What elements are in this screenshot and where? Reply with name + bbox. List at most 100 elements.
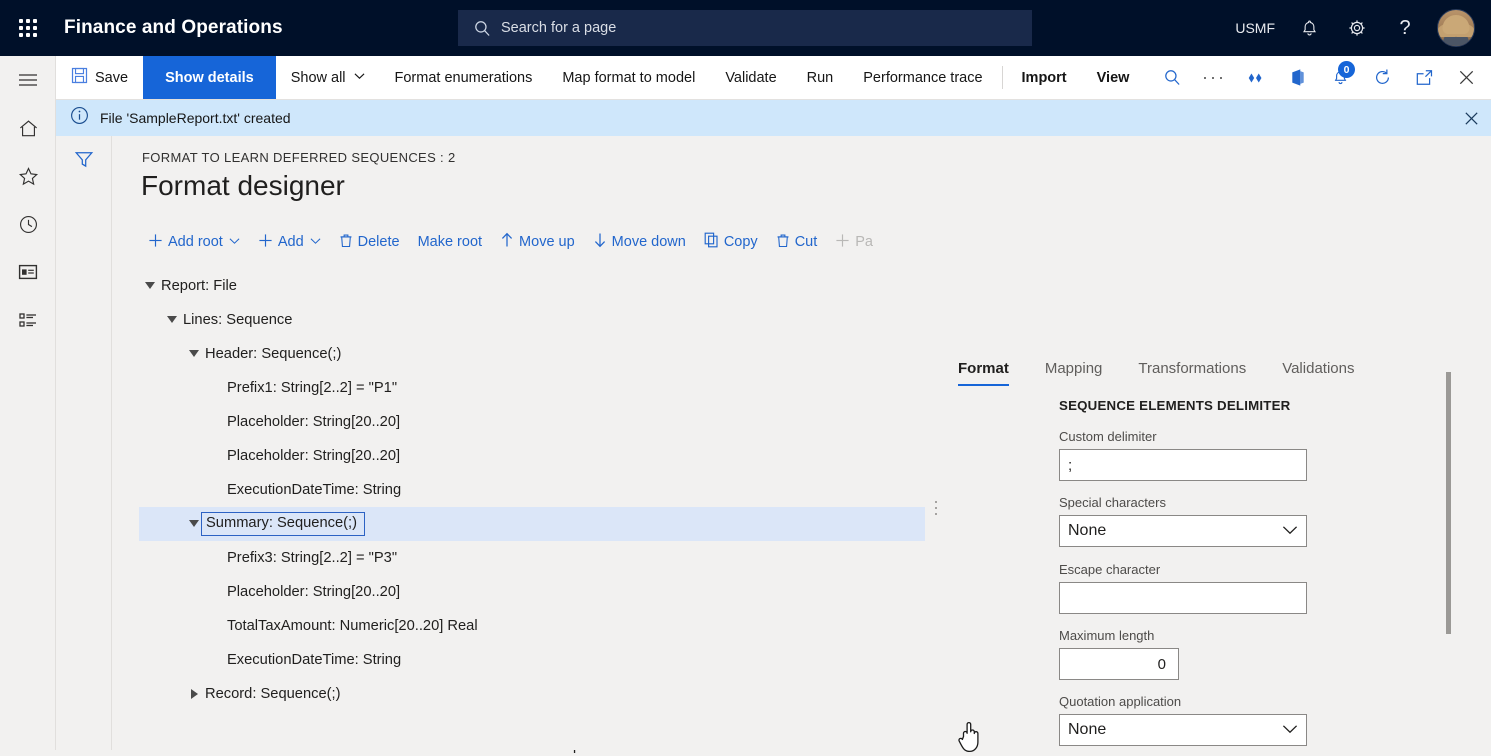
filter-icon bbox=[74, 150, 94, 169]
plus-icon bbox=[148, 233, 163, 252]
sidebar-item-modules[interactable] bbox=[0, 296, 56, 344]
tree-node[interactable]: ExecutionDateTime: String bbox=[139, 643, 925, 677]
popout-icon bbox=[1415, 69, 1434, 86]
global-search-box[interactable]: Search for a page bbox=[458, 10, 1032, 46]
toolbar-divider bbox=[1002, 66, 1003, 89]
app-launcher-button[interactable] bbox=[0, 0, 56, 56]
sidebar-item-home[interactable] bbox=[0, 104, 56, 152]
performance-trace-button[interactable]: Performance trace bbox=[848, 56, 997, 99]
sidebar-item-recent[interactable] bbox=[0, 200, 56, 248]
tab-validations[interactable]: Validations bbox=[1264, 360, 1372, 386]
properties-tab-list: FormatMappingTransformationsValidations bbox=[945, 360, 1372, 386]
trash-icon bbox=[776, 233, 790, 252]
quotation-application-dropdown[interactable]: None bbox=[1059, 714, 1307, 746]
search-button[interactable] bbox=[1151, 56, 1193, 99]
bottom-clipped-row: Map of TITLE : Enum bbox=[0, 750, 1491, 756]
notifications-button[interactable] bbox=[1285, 0, 1333, 56]
delete-button[interactable]: Delete bbox=[330, 227, 409, 257]
tree-node-label: Placeholder: String[20..20] bbox=[227, 584, 400, 600]
run-button[interactable]: Run bbox=[792, 56, 849, 99]
move-up-button[interactable]: Move up bbox=[491, 227, 584, 257]
sidebar-item-workspaces[interactable] bbox=[0, 248, 56, 296]
quotation-application-label: Quotation application bbox=[1059, 694, 1307, 709]
tree-node-spacer bbox=[205, 609, 227, 643]
import-tab-button[interactable]: Import bbox=[1007, 56, 1082, 99]
field-maximum-length: Maximum length bbox=[1059, 628, 1179, 680]
move-down-button[interactable]: Move down bbox=[584, 227, 695, 257]
trash-icon bbox=[339, 233, 353, 252]
properties-section-title: SEQUENCE ELEMENTS DELIMITER bbox=[1059, 398, 1290, 413]
close-page-button[interactable] bbox=[1445, 56, 1487, 99]
panel-splitter-handle[interactable] bbox=[931, 491, 941, 525]
notifications-count-button[interactable]: 0 bbox=[1319, 56, 1361, 99]
add-button[interactable]: Add bbox=[249, 227, 330, 257]
tree-node[interactable]: TotalTaxAmount: Numeric[20..20] Real bbox=[139, 609, 925, 643]
custom-delimiter-input[interactable] bbox=[1059, 449, 1307, 481]
add-root-button[interactable]: Add root bbox=[139, 227, 249, 257]
tree-node-spacer bbox=[205, 473, 227, 507]
chevron-down-icon bbox=[229, 237, 240, 248]
format-element-tree: Report: FileLines: SequenceHeader: Seque… bbox=[139, 269, 925, 739]
tree-node[interactable]: Header: Sequence(;) bbox=[139, 337, 925, 371]
tree-expand-collapse-chevron-down-icon[interactable] bbox=[139, 269, 161, 303]
help-button[interactable]: ? bbox=[1381, 0, 1429, 56]
attachments-button[interactable] bbox=[1235, 56, 1277, 99]
vertical-scrollbar-thumb[interactable] bbox=[1446, 372, 1451, 634]
tree-node[interactable]: Report: File bbox=[139, 269, 925, 303]
map-format-to-model-button[interactable]: Map format to model bbox=[547, 56, 710, 99]
breadcrumb: FORMAT TO LEARN DEFERRED SEQUENCES : 2 bbox=[142, 150, 456, 165]
chevron-down-icon bbox=[1282, 721, 1298, 739]
tree-node[interactable]: ExecutionDateTime: String bbox=[139, 473, 925, 507]
tree-node[interactable]: Prefix1: String[2..2] = "P1" bbox=[139, 371, 925, 405]
more-options-button[interactable]: ··· bbox=[1193, 56, 1235, 99]
maximum-length-input[interactable] bbox=[1059, 648, 1179, 680]
tree-node-spacer bbox=[205, 439, 227, 473]
tab-format[interactable]: Format bbox=[945, 360, 1027, 386]
tree-node[interactable]: Placeholder: String[20..20] bbox=[139, 405, 925, 439]
tree-node-spacer bbox=[205, 575, 227, 609]
delete-label: Delete bbox=[358, 234, 400, 250]
home-icon bbox=[18, 118, 39, 139]
company-selector[interactable]: USMF bbox=[1225, 0, 1285, 56]
field-special-characters: Special characters None bbox=[1059, 495, 1307, 547]
show-all-label: Show all bbox=[291, 70, 346, 86]
format-enumerations-button[interactable]: Format enumerations bbox=[380, 56, 548, 99]
settings-button[interactable] bbox=[1333, 0, 1381, 56]
tab-mapping[interactable]: Mapping bbox=[1027, 360, 1121, 386]
escape-character-input[interactable] bbox=[1059, 582, 1307, 614]
tree-node[interactable]: Record: Sequence(;) bbox=[139, 677, 925, 711]
sidebar-item-favorites[interactable] bbox=[0, 152, 56, 200]
show-all-button[interactable]: Show all bbox=[276, 56, 380, 99]
open-in-new-window-button[interactable] bbox=[1403, 56, 1445, 99]
page-title: Format designer bbox=[141, 170, 345, 202]
copy-button[interactable]: Copy bbox=[695, 227, 767, 257]
save-button[interactable]: Save bbox=[56, 56, 143, 99]
validate-button[interactable]: Validate bbox=[710, 56, 791, 99]
tab-transformations[interactable]: Transformations bbox=[1120, 360, 1264, 386]
tree-expand-collapse-chevron-down-icon[interactable] bbox=[161, 303, 183, 337]
tree-node[interactable]: Summary: Sequence(;) bbox=[139, 507, 925, 541]
filter-button[interactable] bbox=[56, 136, 112, 182]
tree-expand-collapse-chevron-right-icon[interactable] bbox=[183, 677, 205, 711]
view-tab-button[interactable]: View bbox=[1082, 56, 1145, 99]
special-characters-dropdown[interactable]: None bbox=[1059, 515, 1307, 547]
tree-node[interactable]: Placeholder: String[20..20] bbox=[139, 575, 925, 609]
make-root-button[interactable]: Make root bbox=[409, 227, 491, 257]
message-bar: File 'SampleReport.txt' created bbox=[56, 100, 1491, 136]
tree-node-label: Prefix1: String[2..2] = "P1" bbox=[227, 380, 397, 396]
tree-node[interactable]: Lines: Sequence bbox=[139, 303, 925, 337]
tree-toolbar: Add root Add Delete Make ro bbox=[139, 225, 939, 259]
refresh-button[interactable] bbox=[1361, 56, 1403, 99]
message-bar-close-button[interactable] bbox=[1451, 100, 1491, 136]
tree-node[interactable]: Prefix3: String[2..2] = "P3" bbox=[139, 541, 925, 575]
sidebar-item-hamburger-menu[interactable] bbox=[0, 56, 56, 104]
cut-button[interactable]: Cut bbox=[767, 227, 827, 257]
show-details-button[interactable]: Show details bbox=[143, 56, 276, 99]
office-button[interactable] bbox=[1277, 56, 1319, 99]
search-icon bbox=[1164, 69, 1181, 86]
search-placeholder-text: Search for a page bbox=[501, 20, 616, 36]
tree-node[interactable]: Placeholder: String[20..20] bbox=[139, 439, 925, 473]
user-avatar[interactable] bbox=[1437, 9, 1475, 47]
message-bar-text: File 'SampleReport.txt' created bbox=[100, 110, 291, 126]
tree-expand-collapse-chevron-down-icon[interactable] bbox=[183, 337, 205, 371]
